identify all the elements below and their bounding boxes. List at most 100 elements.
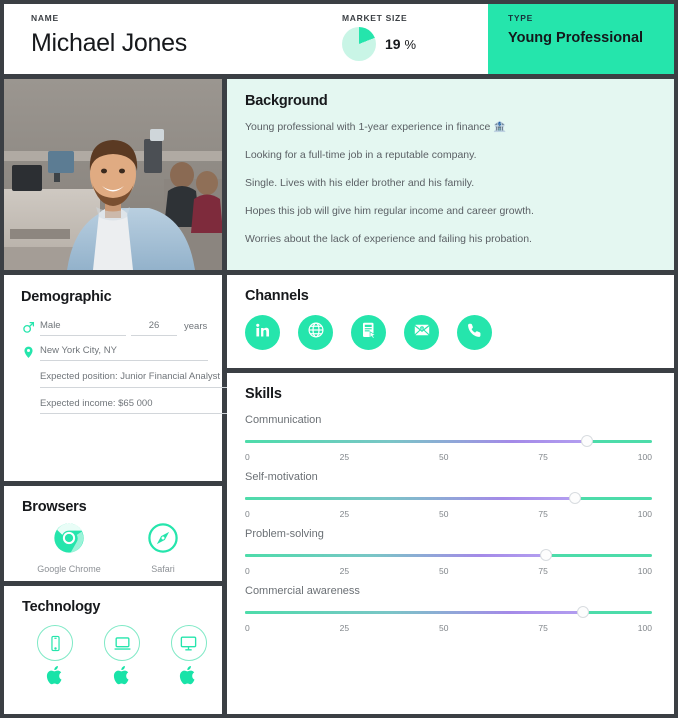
expected-income-field[interactable]: Expected income: $65 000 — [40, 397, 227, 414]
market-size-label: MARKET SIZE — [342, 13, 408, 23]
channel-online-form[interactable] — [351, 315, 386, 350]
skill-label: Self-motivation — [245, 471, 318, 483]
axis-tick: 75 — [538, 452, 548, 462]
axis-tick: 50 — [439, 452, 449, 462]
linkedin-icon — [254, 322, 271, 344]
slider-handle[interactable] — [540, 549, 553, 561]
skill-row: Problem-solving 0 25 50 75 100 — [245, 528, 652, 576]
slider-handle[interactable] — [576, 606, 589, 618]
slider-handle[interactable] — [568, 492, 581, 504]
location-field[interactable]: New York City, NY — [40, 344, 208, 361]
technology-item-smartphone[interactable] — [22, 625, 89, 691]
name-label: NAME — [31, 13, 59, 23]
slider-fill — [245, 554, 547, 557]
technology-title: Technology — [22, 599, 101, 615]
skill-label: Communication — [245, 414, 322, 426]
market-size-pie-chart — [342, 27, 376, 61]
axis-tick: 25 — [339, 452, 350, 462]
left-column: Demographic Male 26 years New York City,… — [4, 79, 227, 714]
type-value: Young Professional — [508, 30, 644, 46]
technology-card: Technology — [4, 586, 222, 714]
slider-axis: 0 25 50 75 100 — [245, 566, 652, 576]
channel-website[interactable] — [298, 315, 333, 350]
slider-handle[interactable] — [580, 435, 593, 447]
demographic-card: Demographic Male 26 years New York City,… — [4, 275, 227, 481]
persona-page: NAME Michael Jones MARKET SIZE 19 % TYPE… — [0, 0, 678, 718]
background-line: Worries about the lack of experience and… — [245, 233, 532, 245]
slider-fill — [245, 611, 583, 614]
chrome-icon — [53, 522, 85, 559]
browsers-title: Browsers — [22, 499, 87, 515]
axis-tick: 25 — [339, 623, 350, 633]
male-gender-icon — [21, 321, 35, 336]
slider-fill — [245, 497, 575, 500]
technology-item-desktop[interactable] — [155, 625, 222, 691]
persona-name: Michael Jones — [31, 29, 187, 57]
slider-axis: 0 25 50 75 100 — [245, 509, 652, 519]
axis-tick: 25 — [339, 566, 350, 576]
browser-item-chrome[interactable]: Google Chrome — [22, 522, 116, 574]
axis-tick: 100 — [637, 566, 652, 576]
slider-axis: 0 25 50 75 100 — [245, 452, 652, 462]
axis-tick: 25 — [339, 509, 350, 519]
demographic-location-row: New York City, NY — [21, 344, 208, 361]
demographic-title: Demographic — [21, 289, 112, 305]
skill-label: Problem-solving — [245, 528, 324, 540]
skill-slider[interactable] — [245, 492, 652, 505]
background-line: Looking for a full-time job in a reputab… — [245, 149, 477, 161]
gender-field[interactable]: Male — [40, 319, 126, 336]
type-label: TYPE — [508, 13, 534, 23]
demographic-gender-age-row: Male 26 years — [21, 319, 208, 336]
channels-title: Channels — [245, 288, 309, 304]
axis-tick: 0 — [245, 452, 250, 462]
axis-tick: 100 — [637, 623, 652, 633]
axis-tick: 75 — [538, 566, 548, 576]
right-column: Background Young professional with 1-yea… — [227, 79, 674, 714]
market-size-number: 19 — [385, 36, 401, 52]
background-title: Background — [245, 93, 328, 109]
svg-text:@: @ — [420, 326, 423, 330]
market-size-block: MARKET SIZE 19 % — [338, 4, 488, 74]
location-pin-icon — [21, 345, 35, 361]
axis-tick: 75 — [538, 509, 548, 519]
skills-title: Skills — [245, 386, 282, 402]
background-line: Young professional with 1-year experienc… — [245, 121, 507, 133]
skill-row: Self-motivation 0 25 50 75 100 — [245, 471, 652, 519]
apple-logo-icon — [46, 665, 65, 691]
desktop-monitor-icon — [170, 625, 207, 661]
browser-item-safari[interactable]: Safari — [116, 522, 210, 574]
age-field[interactable]: 26 — [131, 319, 177, 336]
skill-slider[interactable] — [245, 549, 652, 562]
technology-item-laptop[interactable] — [89, 625, 156, 691]
axis-tick: 75 — [538, 623, 548, 633]
channels-card: Channels @ — [227, 275, 674, 368]
safari-icon — [147, 522, 179, 559]
smartphone-icon — [37, 625, 74, 661]
type-block: TYPE Young Professional — [488, 4, 674, 74]
channel-linkedin[interactable] — [245, 315, 280, 350]
browsers-card: Browsers Google Chrome Safari — [4, 486, 222, 581]
market-size-value: 19 % — [385, 36, 416, 52]
channel-phone[interactable] — [457, 315, 492, 350]
expected-position-field[interactable]: Expected position: Junior Financial Anal… — [40, 369, 227, 388]
skill-label: Commercial awareness — [245, 585, 360, 597]
axis-tick: 0 — [245, 509, 250, 519]
email-icon: @ — [413, 321, 431, 344]
phone-icon — [466, 322, 483, 344]
market-size-unit: % — [404, 37, 417, 52]
skill-row: Communication 0 25 50 75 100 — [245, 414, 652, 462]
axis-tick: 100 — [637, 452, 652, 462]
skill-row: Commercial awareness 0 25 50 75 100 — [245, 585, 652, 633]
channel-email[interactable]: @ — [404, 315, 439, 350]
axis-tick: 0 — [245, 623, 250, 633]
background-card: Background Young professional with 1-yea… — [227, 79, 674, 270]
slider-fill — [245, 440, 587, 443]
skill-slider[interactable] — [245, 606, 652, 619]
browser-label-safari: Safari — [151, 564, 175, 574]
axis-tick: 0 — [245, 566, 250, 576]
axis-tick: 50 — [439, 566, 449, 576]
axis-tick: 50 — [439, 509, 449, 519]
form-icon — [360, 321, 378, 344]
apple-logo-icon — [179, 665, 198, 691]
skill-slider[interactable] — [245, 435, 652, 448]
